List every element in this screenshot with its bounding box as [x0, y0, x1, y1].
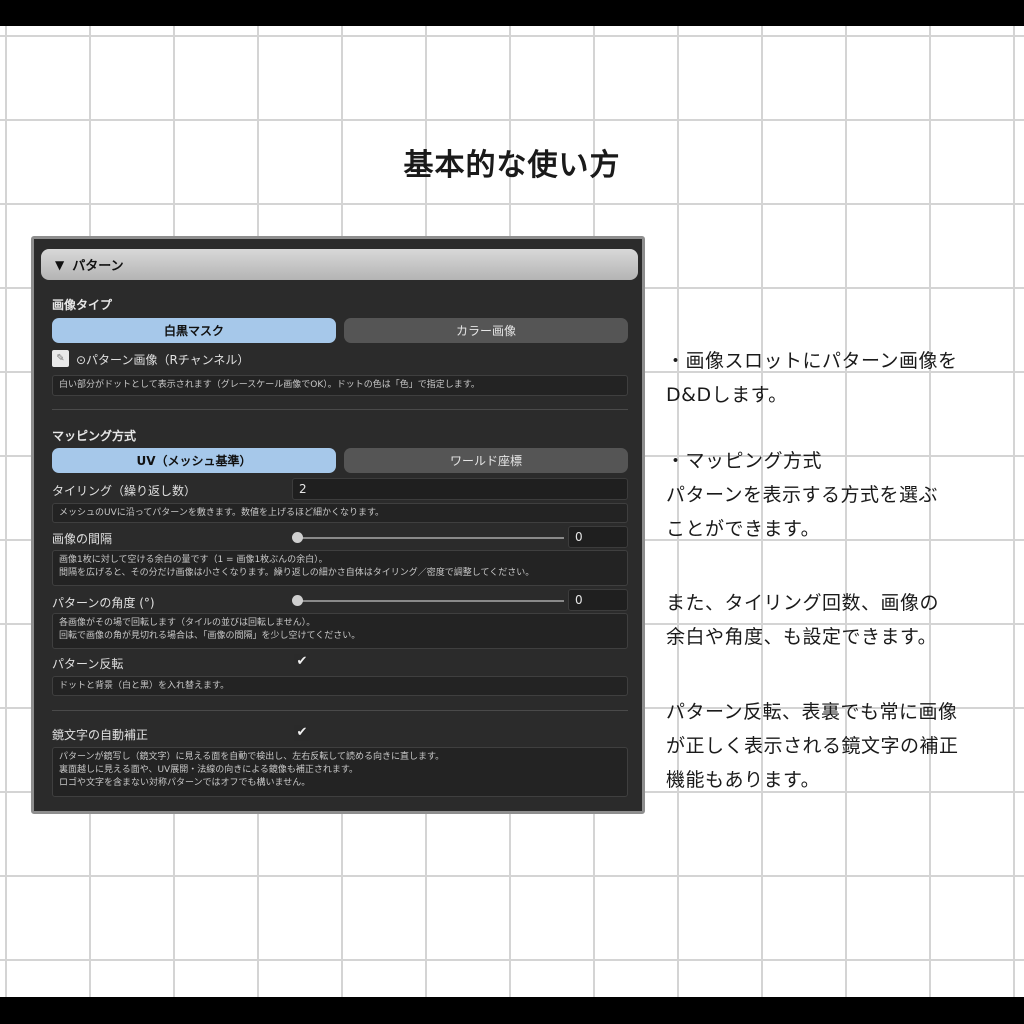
description-line: ・マッピング方式 — [666, 450, 823, 472]
invert-help-box: ドットと背景（白と黒）を入れ替えます。 — [52, 676, 628, 696]
tiling-help-text: メッシュのUVに沿ってパターンを敷きます。数値を上げるほど細かくなります。 — [59, 508, 385, 518]
angle-slider-track[interactable] — [298, 600, 564, 602]
slot-help-box: 白い部分がドットとして表示されます（グレースケール画像でOK）。ドットの色は「色… — [52, 375, 628, 396]
image-type-label: 画像タイプ — [52, 298, 113, 312]
angle-help-box: 各画像がその場で回転します（タイルの並びは回転しません）。 回転で画像の角が見切… — [52, 613, 628, 649]
spacing-label: 画像の間隔 — [52, 532, 113, 546]
spacing-help-box: 画像1枚に対して空ける余白の量です（1 = 画像1枚ぶんの余白）。 間隔を広げる… — [52, 550, 628, 586]
top-black-bar — [0, 0, 1024, 26]
invert-label: パターン反転 — [52, 657, 124, 671]
image-type-color-button[interactable]: カラー画像 — [344, 318, 628, 343]
image-slot-icon[interactable]: ✎ — [52, 350, 69, 367]
description-line: が正しく表示される鏡文字の補正 — [666, 735, 959, 757]
description-block-1: ・画像スロットにパターン画像を D&Dします。 — [666, 344, 1018, 412]
tiling-input[interactable]: 2 — [292, 478, 628, 500]
mirror-help-line-1: パターンが鏡写し（鏡文字）に見える面を自動で検出し、左右反転して読める向きに直し… — [59, 752, 445, 762]
pattern-panel: ▼ パターン 画像タイプ 白黒マスク カラー画像 ✎ ⊙パターン画像（Rチャンネ… — [31, 236, 645, 814]
slot-help-text: 白い部分がドットとして表示されます（グレースケール画像でOK）。ドットの色は「色… — [59, 380, 480, 390]
mapping-world-button[interactable]: ワールド座標 — [344, 448, 628, 473]
section-divider-2 — [52, 710, 628, 711]
tiling-help-box: メッシュのUVに沿ってパターンを敷きます。数値を上げるほど細かくなります。 — [52, 503, 628, 523]
angle-help-line-1: 各画像がその場で回転します（タイルの並びは回転しません）。 — [59, 618, 316, 628]
mapping-label: マッピング方式 — [52, 429, 137, 443]
image-type-mono-mask-button[interactable]: 白黒マスク — [52, 318, 336, 343]
mirror-help-box: パターンが鏡写し（鏡文字）に見える面を自動で検出し、左右反転して読める向きに直し… — [52, 747, 628, 797]
description-line: また、タイリング回数、画像の — [666, 592, 940, 614]
tiling-label: タイリング（繰り返し数） — [52, 484, 197, 498]
page-title: 基本的な使い方 — [403, 148, 621, 183]
angle-input[interactable]: 0 — [568, 589, 628, 611]
angle-label: パターンの角度 (°) — [52, 596, 155, 610]
mirror-help-line-2: 裏面越しに見える面や、UV展開・法線の向きによる鏡像も補正されます。 — [59, 765, 359, 775]
angle-help-line-2: 回転で画像の角が見切れる場合は、「画像の間隔」を少し空けてください。 — [59, 631, 361, 641]
spacing-help-line-1: 画像1枚に対して空ける余白の量です（1 = 画像1枚ぶんの余白）。 — [59, 555, 328, 565]
invert-checkbox[interactable]: ✔ — [294, 654, 310, 670]
description-block-4: パターン反転、表裏でも常に画像 が正しく表示される鏡文字の補正 機能もあります。 — [666, 695, 1018, 797]
panel-header-label: パターン — [72, 259, 124, 274]
description-block-2: ・マッピング方式 パターンを表示する方式を選ぶ ことができます。 — [666, 444, 1018, 546]
spacing-help-line-2: 間隔を広げると、その分だけ画像は小さくなります。繰り返しの細かさ自体はタイリング… — [59, 568, 535, 578]
mapping-uv-button[interactable]: UV（メッシュ基準） — [52, 448, 336, 473]
description-line: パターン反転、表裏でも常に画像 — [666, 701, 958, 723]
description-line: 機能もあります。 — [666, 769, 821, 791]
spacing-slider-knob[interactable] — [292, 532, 303, 543]
description-line: ことができます。 — [666, 518, 821, 540]
bottom-black-bar — [0, 997, 1024, 1024]
mirror-help-line-3: ロゴや文字を含まない対称パターンではオフでも構いません。 — [59, 778, 311, 788]
spacing-slider-track[interactable] — [298, 537, 564, 539]
section-divider — [52, 409, 628, 410]
description-line: D&Dします。 — [666, 384, 788, 406]
image-slot-label: ⊙パターン画像（Rチャンネル） — [76, 353, 250, 367]
mirror-label: 鏡文字の自動補正 — [52, 728, 149, 742]
description-line: ・画像スロットにパターン画像を — [666, 350, 958, 372]
description-line: 余白や角度、も設定できます。 — [666, 626, 938, 648]
description-block-3: また、タイリング回数、画像の 余白や角度、も設定できます。 — [666, 586, 1018, 654]
description-line: パターンを表示する方式を選ぶ — [666, 484, 939, 506]
mirror-checkbox[interactable]: ✔ — [294, 725, 310, 741]
angle-slider-knob[interactable] — [292, 595, 303, 606]
panel-header[interactable]: ▼ パターン — [41, 249, 638, 280]
collapse-triangle-icon[interactable]: ▼ — [55, 258, 64, 272]
spacing-input[interactable]: 0 — [568, 526, 628, 548]
invert-help-text: ドットと背景（白と黒）を入れ替えます。 — [59, 681, 230, 691]
